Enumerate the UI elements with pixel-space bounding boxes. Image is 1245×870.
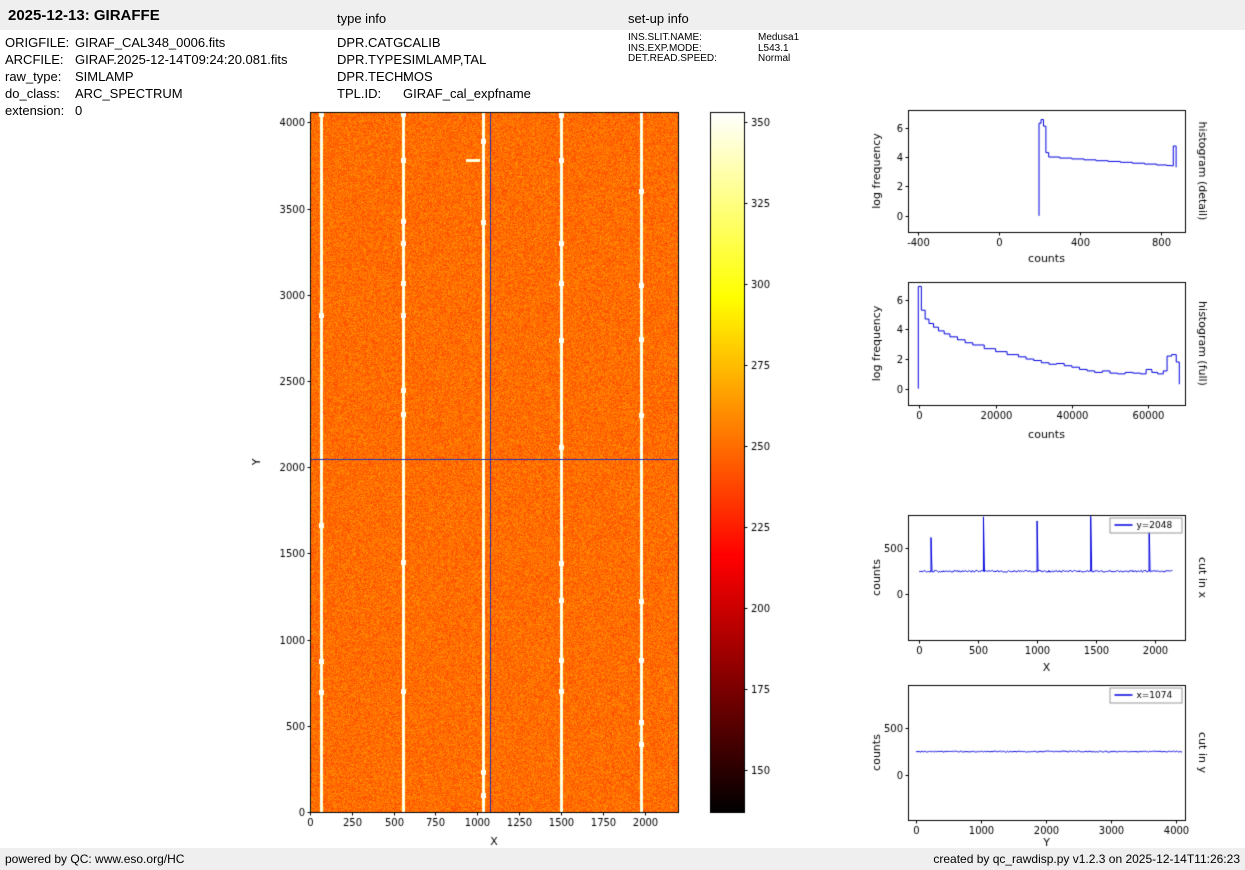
meta-label: do_class: [5, 86, 60, 101]
meta-label: DPR.CATG: [337, 35, 407, 50]
histogram-detail-canvas [870, 100, 1215, 280]
meta-row-origfile: ORIGFILE: GIRAF_CAL348_0006.fits [5, 34, 287, 51]
meta-value: MOS [403, 69, 433, 84]
type-info-heading: type info [337, 11, 387, 26]
meta-value: CALIB [403, 35, 441, 50]
file-metadata-block: ORIGFILE: GIRAF_CAL348_0006.fits ARCFILE:… [5, 34, 287, 119]
meta-label: ORIGFILE: [5, 35, 70, 50]
meta-label: DPR.TECH: [337, 69, 408, 84]
cut-in-y-canvas [870, 675, 1215, 860]
meta-row-extension: extension: 0 [5, 102, 287, 119]
meta-row-dpr-catg: DPR.CATG:CALIB [337, 34, 531, 51]
footer-created-by: created by qc_rawdisp.py v1.2.3 on 2025-… [933, 852, 1240, 866]
meta-value: GIRAF.2025-12-14T09:24:20.081.fits [75, 52, 288, 67]
meta-row-do-class: do_class: ARC_SPECTRUM [5, 85, 287, 102]
cut-in-x-canvas [870, 505, 1215, 690]
meta-value: Normal [758, 53, 791, 64]
meta-value: 0 [75, 103, 83, 118]
meta-row-arcfile: ARCFILE: GIRAF.2025-12-14T09:24:20.081.fi… [5, 51, 287, 68]
setup-info-block: INS.SLIT.NAME: Medusa1 INS.EXP.MODE: L543.… [628, 32, 800, 65]
meta-row-read-speed: DET.READ.SPEED: Normal [628, 53, 799, 65]
type-info-block: DPR.CATG:CALIB DPR.TYPE:SIMLAMP,TAL DPR.… [337, 34, 531, 102]
meta-row-dpr-type: DPR.TYPE:SIMLAMP,TAL [337, 51, 531, 68]
meta-value: L543.1 [758, 42, 789, 54]
meta-value: GIRAF_cal_expfname [403, 86, 531, 101]
raw-image-canvas [250, 100, 700, 862]
meta-value: GIRAF_CAL348_0006.fits [75, 35, 226, 50]
setup-info-heading: set-up info [628, 11, 689, 26]
colorbar-canvas [700, 100, 795, 862]
meta-value: ARC_SPECTRUM [75, 86, 183, 101]
page-title: 2025-12-13: GIRAFFE [8, 7, 160, 24]
meta-label: INS.SLIT.NAME: [628, 32, 702, 43]
meta-label: DET.READ.SPEED: [628, 53, 717, 64]
meta-value: Medusa1 [758, 32, 800, 43]
footer-bar: powered by QC: www.eso.org/HC created by… [0, 848, 1245, 870]
footer-powered-by: powered by QC: www.eso.org/HC [5, 852, 185, 866]
histogram-full-canvas [870, 272, 1215, 452]
meta-value: SIMLAMP,TAL [403, 52, 487, 67]
meta-label: ARCFILE: [5, 52, 64, 67]
meta-label: raw_type: [5, 69, 62, 84]
meta-row-raw-type: raw_type: SIMLAMP [5, 68, 287, 85]
meta-label: extension: [5, 103, 65, 118]
header-bar: 2025-12-13: GIRAFFE type info set-up inf… [0, 0, 1245, 30]
meta-value: SIMLAMP [75, 69, 134, 84]
meta-row-dpr-tech: DPR.TECH:MOS [337, 68, 531, 85]
meta-label: DPR.TYPE: [337, 52, 406, 67]
